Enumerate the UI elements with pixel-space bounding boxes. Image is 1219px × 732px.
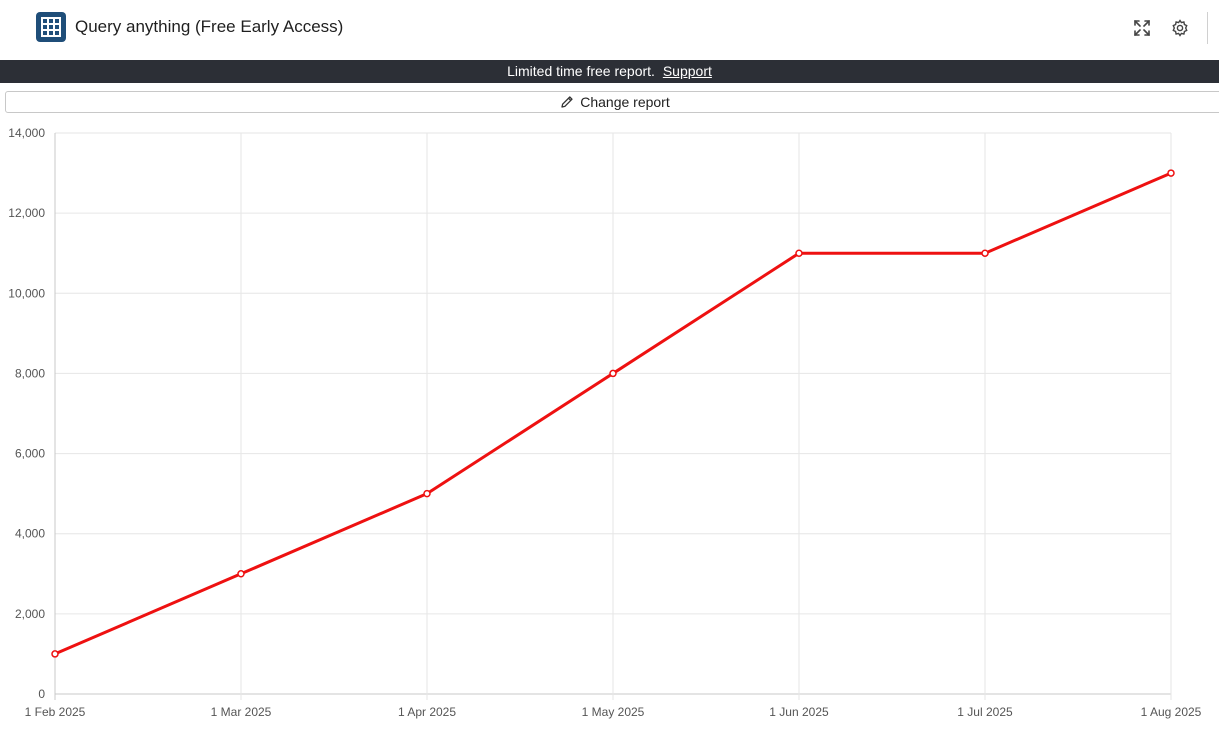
y-tick-label: 2,000 — [15, 607, 45, 621]
y-tick-label: 12,000 — [8, 206, 45, 220]
x-tick-label: 1 Jul 2025 — [957, 705, 1013, 719]
y-tick-label: 6,000 — [15, 447, 45, 461]
x-tick-label: 1 Jun 2025 — [769, 705, 829, 719]
x-tick-label: 1 May 2025 — [582, 705, 645, 719]
promo-banner: Limited time free report. Support — [0, 60, 1219, 83]
table-grid-icon — [36, 12, 66, 42]
toolbar-divider — [1207, 12, 1208, 44]
pencil-icon — [560, 94, 574, 114]
data-point — [981, 249, 989, 257]
expand-icon[interactable] — [1131, 17, 1153, 39]
x-tick-label: 1 Feb 2025 — [25, 705, 86, 719]
data-point — [237, 570, 245, 578]
line-chart: 0 2,000 4,000 6,000 8,000 10,000 12,000 14,000 1… — [8, 126, 1202, 719]
data-point — [795, 249, 803, 257]
data-point — [423, 489, 431, 498]
change-report-label: Change report — [580, 94, 670, 110]
y-tick-label: 0 — [38, 687, 45, 701]
data-point — [51, 650, 59, 658]
x-tick-label: 1 Aug 2025 — [1141, 705, 1202, 719]
y-tick-label: 8,000 — [15, 366, 45, 380]
change-report-button[interactable]: Change report — [5, 91, 1219, 113]
x-tick-label: 1 Mar 2025 — [211, 705, 272, 719]
gear-icon[interactable] — [1169, 17, 1191, 39]
y-tick-label: 4,000 — [15, 527, 45, 541]
page-title: Query anything (Free Early Access) — [75, 17, 344, 36]
data-point — [609, 369, 617, 378]
y-tick-label: 10,000 — [8, 286, 45, 300]
banner-text: Limited time free report. — [507, 63, 655, 79]
data-point — [1167, 169, 1175, 177]
x-tick-label: 1 Apr 2025 — [398, 705, 456, 719]
y-tick-label: 14,000 — [8, 126, 45, 140]
top-bar: Query anything (Free Early Access) — [0, 0, 1219, 61]
support-link[interactable]: Support — [663, 63, 712, 79]
